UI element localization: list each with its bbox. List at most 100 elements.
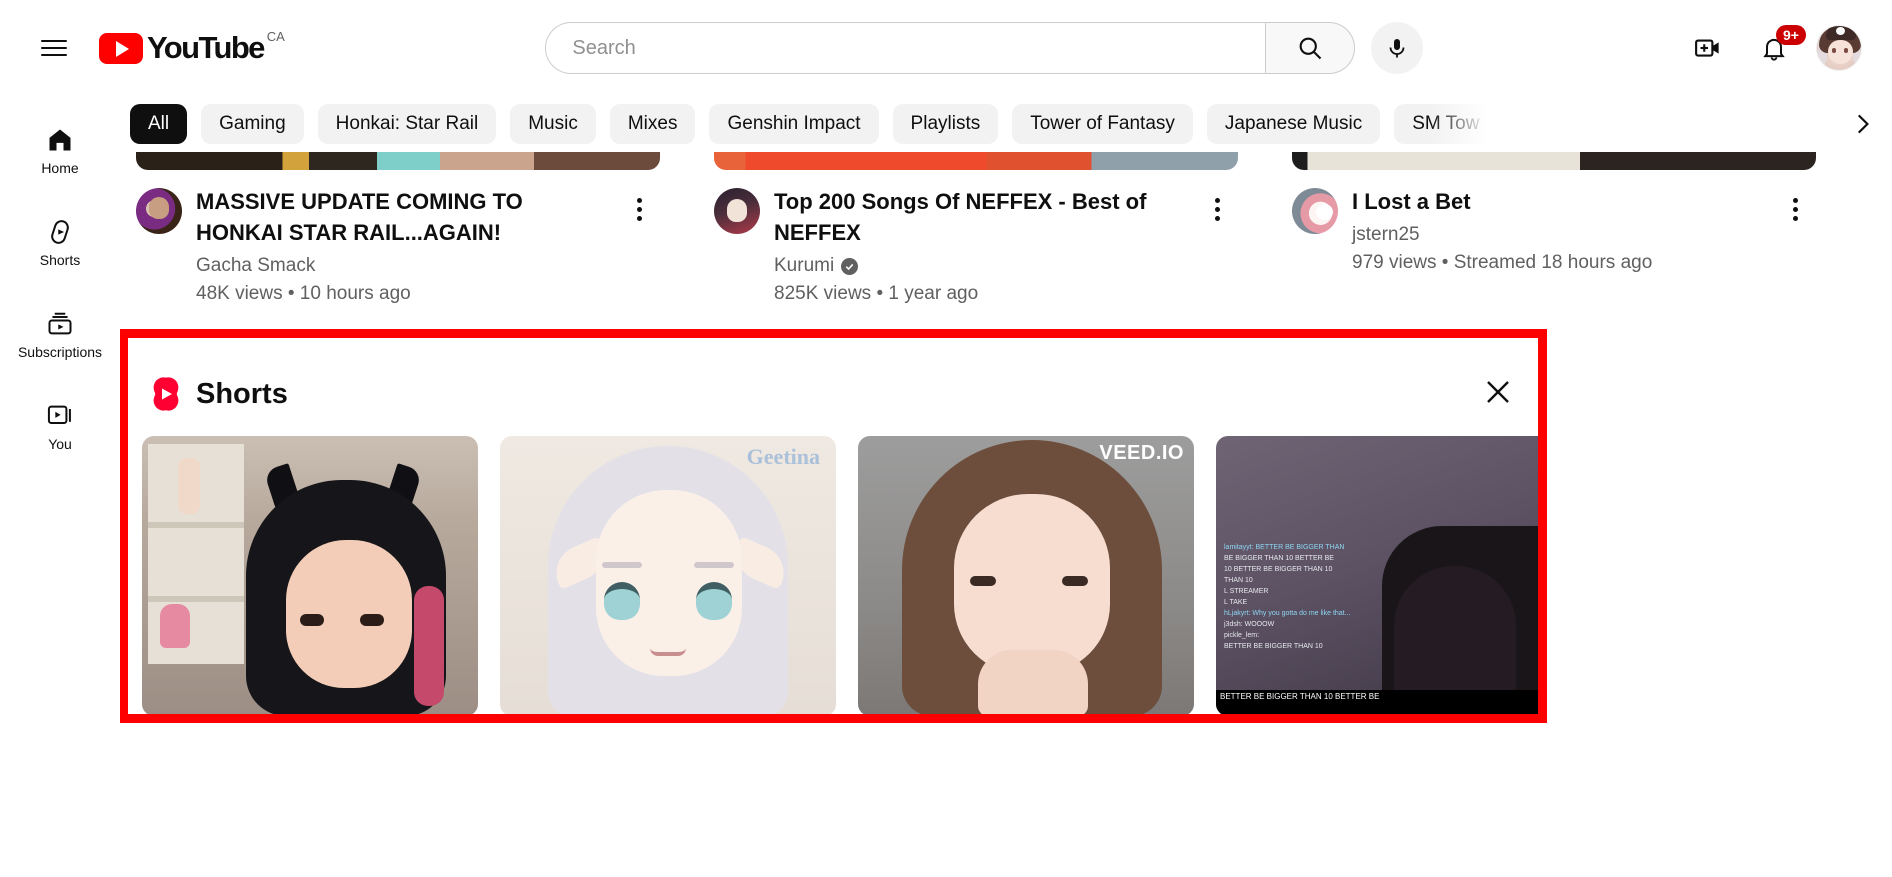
shorts-item[interactable]	[142, 436, 478, 714]
video-stats: 48K views • 10 hours ago	[196, 283, 411, 304]
video-title[interactable]: Top 200 Songs Of NEFFEX - Best of NEFFEX	[774, 186, 1182, 248]
avatar[interactable]	[1816, 25, 1862, 71]
masthead-left: YouTube CA	[0, 24, 285, 72]
channel-name[interactable]: jstern25	[1352, 221, 1420, 249]
hamburger-menu-icon[interactable]	[30, 24, 78, 72]
shorts-banner-text: BETTER BE BIGGER THAN 10 BETTER BE	[1216, 690, 1538, 714]
video-thumbnail[interactable]	[136, 152, 660, 170]
youtube-logo[interactable]: YouTube CA	[99, 29, 285, 65]
chip-all[interactable]: All	[130, 104, 188, 144]
shorts-chat-overlay: lamitayyt: BETTER BE BIGGER THAN BE BIGG…	[1224, 542, 1396, 702]
search-area	[545, 22, 1424, 74]
shorts-shelf: Shorts Geetina VEED.IO lamitayyt: BETTER…	[128, 338, 1538, 714]
video-title[interactable]: I Lost a Bet	[1352, 186, 1760, 217]
shorts-shelf-highlight: Shorts Geetina VEED.IO lamitayyt: BETTER…	[119, 329, 1547, 723]
sidebar-item-shorts[interactable]: Shorts	[0, 196, 120, 288]
video-meta: I Lost a Bet jstern25 979 views • Stream…	[1292, 170, 1816, 277]
chat-line: L TAKE	[1224, 599, 1248, 606]
chat-line: 10 BETTER BE BIGGER THAN 10	[1224, 566, 1333, 573]
video-meta: Top 200 Songs Of NEFFEX - Best of NEFFEX…	[714, 170, 1238, 308]
close-icon[interactable]	[1476, 370, 1520, 414]
kebab-menu-icon[interactable]	[618, 188, 660, 230]
sidebar-item-label-shorts: Shorts	[39, 251, 81, 268]
search-box[interactable]	[545, 22, 1266, 74]
shorts-item[interactable]: VEED.IO	[858, 436, 1194, 714]
video-text: Top 200 Songs Of NEFFEX - Best of NEFFEX…	[774, 186, 1182, 308]
chip-gaming[interactable]: Gaming	[201, 104, 304, 144]
channel-avatar[interactable]	[136, 188, 182, 234]
sidebar: Home Shorts Subscriptions You	[0, 96, 120, 877]
chip-list: All Gaming Honkai: Star Rail Music Mixes…	[120, 104, 1498, 144]
sidebar-item-you[interactable]: You	[0, 380, 120, 472]
subscriptions-icon	[48, 312, 72, 334]
channel-name-row: Gacha Smack	[196, 252, 604, 280]
sidebar-item-subscriptions[interactable]: Subscriptions	[0, 288, 120, 380]
video-meta: MASSIVE UPDATE COMING TO HONKAI STAR RAI…	[136, 170, 660, 308]
video-thumbnail[interactable]	[1292, 152, 1816, 170]
shorts-item[interactable]: lamitayyt: BETTER BE BIGGER THAN BE BIGG…	[1216, 436, 1538, 714]
chip-genshin-impact[interactable]: Genshin Impact	[709, 104, 879, 144]
notification-bell-icon[interactable]: 9+	[1750, 24, 1806, 72]
chip-sm-town[interactable]: SM Tow	[1394, 104, 1498, 144]
masthead-center	[285, 22, 1684, 74]
video-text: I Lost a Bet jstern25 979 views • Stream…	[1352, 186, 1760, 277]
video-text: MASSIVE UPDATE COMING TO HONKAI STAR RAI…	[196, 186, 604, 308]
chip-japanese-music[interactable]: Japanese Music	[1206, 104, 1381, 144]
chip-mixes[interactable]: Mixes	[609, 104, 696, 144]
chat-line: THAN 10	[1224, 577, 1253, 584]
search-icon[interactable]	[1265, 22, 1356, 74]
chat-line: BETTER BE BIGGER THAN 10	[1224, 643, 1323, 650]
video-card[interactable]: MASSIVE UPDATE COMING TO HONKAI STAR RAI…	[136, 152, 660, 308]
sidebar-item-home[interactable]: Home	[0, 104, 120, 196]
shorts-shelf-header: Shorts	[128, 338, 1538, 424]
youtube-logo-text: YouTube	[147, 30, 265, 65]
search-input[interactable]	[546, 23, 1266, 73]
channel-name-row: jstern25	[1352, 221, 1760, 249]
chat-line: BE BIGGER THAN 10 BETTER BE	[1224, 555, 1334, 562]
create-video-icon[interactable]	[1684, 24, 1732, 72]
channel-avatar[interactable]	[714, 188, 760, 234]
masthead: YouTube CA Search 9+	[0, 0, 1892, 96]
home-icon	[49, 129, 71, 150]
video-stats: 825K views • 1 year ago	[774, 283, 979, 304]
chip-playlists[interactable]: Playlists	[892, 104, 999, 144]
video-card[interactable]: I Lost a Bet jstern25 979 views • Stream…	[1292, 152, 1816, 308]
chip-tower-of-fantasy[interactable]: Tower of Fantasy	[1012, 104, 1193, 144]
youtube-home-page: YouTube CA Search 9+ Home Shorts Subscri…	[0, 0, 1892, 877]
youtube-play-icon	[99, 33, 143, 64]
shorts-list: Geetina VEED.IO lamitayyt: BETTER BE BIG…	[128, 424, 1538, 714]
sidebar-item-label-home: Home	[41, 159, 79, 176]
channel-name-row: Kurumi	[774, 252, 1182, 280]
channel-name[interactable]: Kurumi	[774, 252, 834, 280]
channel-name[interactable]: Gacha Smack	[196, 252, 315, 280]
shorts-icon	[51, 219, 69, 244]
masthead-right: 9+	[1684, 24, 1892, 72]
microphone-icon[interactable]	[1371, 22, 1424, 74]
sidebar-item-label-subscriptions: Subscriptions	[17, 343, 103, 360]
video-thumbnail[interactable]	[714, 152, 1238, 170]
you-icon	[47, 405, 71, 424]
shorts-watermark: VEED.IO	[1099, 442, 1184, 464]
chat-line: L STREAMER	[1224, 588, 1269, 595]
video-row: MASSIVE UPDATE COMING TO HONKAI STAR RAI…	[120, 152, 1892, 308]
shorts-shelf-title: Shorts	[196, 378, 288, 410]
chevron-right-icon[interactable]	[1842, 104, 1882, 144]
channel-avatar[interactable]	[1292, 188, 1338, 234]
filter-chip-bar: All Gaming Honkai: Star Rail Music Mixes…	[120, 96, 1892, 152]
chat-line: lamitayyt: BETTER BE BIGGER THAN	[1224, 544, 1345, 551]
verified-badge-icon	[841, 257, 859, 275]
shorts-logo-icon	[150, 376, 182, 412]
chip-music[interactable]: Music	[510, 104, 596, 144]
youtube-country-code: CA	[266, 29, 285, 44]
chat-line: pickle_lem:	[1224, 632, 1260, 639]
chip-honkai-star-rail[interactable]: Honkai: Star Rail	[317, 104, 497, 144]
shorts-item[interactable]: Geetina	[500, 436, 836, 714]
shorts-watermark: Geetina	[746, 444, 820, 469]
video-stats: 979 views • Streamed 18 hours ago	[1352, 252, 1653, 273]
kebab-menu-icon[interactable]	[1774, 188, 1816, 230]
video-card[interactable]: Top 200 Songs Of NEFFEX - Best of NEFFEX…	[714, 152, 1238, 308]
video-title[interactable]: MASSIVE UPDATE COMING TO HONKAI STAR RAI…	[196, 186, 604, 248]
sidebar-item-label-you: You	[48, 435, 72, 452]
chat-line: j3dsh: WOOOW	[1224, 621, 1275, 628]
kebab-menu-icon[interactable]	[1196, 188, 1238, 230]
